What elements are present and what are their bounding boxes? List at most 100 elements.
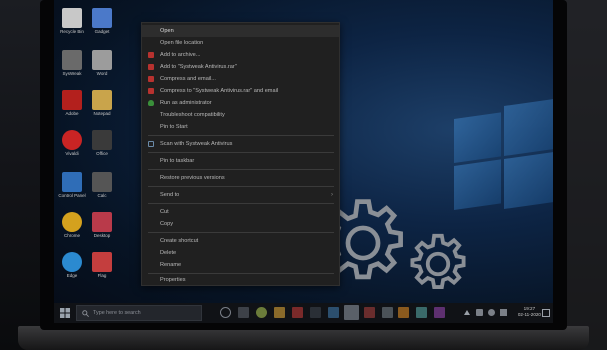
- menu-item-compress-to-rar-email[interactable]: Compress to "Systweak Antivirus.rar" and…: [142, 85, 339, 97]
- desktop-icon-label: Flag: [97, 273, 107, 278]
- desktop-icon-sysweak[interactable]: SysWeak: [57, 50, 87, 76]
- menu-item-delete[interactable]: Delete: [142, 247, 339, 259]
- menu-item-cut[interactable]: Cut: [142, 206, 339, 218]
- menu-item-open-file-location[interactable]: Open file location: [142, 37, 339, 49]
- desktop-icon-label: Chrome: [63, 233, 80, 238]
- desktop-icon-label: Calc: [97, 193, 107, 198]
- menu-item-label: Compress and email...: [160, 76, 216, 82]
- menu-item-label: Open file location: [160, 40, 204, 46]
- app-taskbar-icon[interactable]: [292, 307, 303, 318]
- photoshop-icon[interactable]: [328, 307, 339, 318]
- menu-separator: [148, 203, 334, 204]
- windows-start-icon[interactable]: [60, 308, 70, 318]
- store-icon[interactable]: [310, 307, 321, 318]
- desktop-icon-label: Edge: [66, 273, 78, 278]
- desktop-icon-edge[interactable]: Edge: [57, 252, 87, 278]
- menu-item-label: Add to "Systweak Antivirus.rar": [160, 64, 237, 70]
- settings-taskbar-icon[interactable]: [382, 307, 393, 318]
- menu-item-open[interactable]: Open: [142, 25, 339, 37]
- notepad-icon: [92, 90, 112, 110]
- desktop-icon-label: Word: [96, 71, 108, 76]
- desktop-icon-notepad[interactable]: Notepad: [87, 90, 117, 116]
- menu-item-rename[interactable]: Rename: [142, 259, 339, 271]
- menu-item-send-to[interactable]: Send to ›: [142, 189, 339, 201]
- calculator-icon: [92, 172, 112, 192]
- desktop-icon-recycle-bin[interactable]: Recycle Bin: [57, 8, 87, 34]
- menu-item-label: Rename: [160, 262, 182, 268]
- desktop-icon-office[interactable]: Office: [87, 130, 117, 156]
- taskbar-search-box[interactable]: Type here to search: [76, 305, 202, 321]
- background-wall: [560, 0, 607, 350]
- desktop-icon-chrome[interactable]: Chrome: [57, 212, 87, 238]
- document-icon: [92, 50, 112, 70]
- flag-icon: [92, 252, 112, 272]
- clock-date: 02-11-2020: [517, 312, 541, 317]
- app-taskbar-icon-2[interactable]: [416, 307, 427, 318]
- file-explorer-icon[interactable]: [274, 307, 285, 318]
- menu-item-run-as-admin[interactable]: Run as administrator: [142, 97, 339, 109]
- menu-item-restore-previous[interactable]: Restore previous versions: [142, 172, 339, 184]
- rar-icon: [148, 52, 154, 58]
- menu-item-add-to-archive[interactable]: Add to archive...: [142, 49, 339, 61]
- menu-item-label: Create shortcut: [160, 238, 199, 244]
- menu-item-pin-to-start[interactable]: Pin to Start: [142, 121, 339, 133]
- cortana-icon[interactable]: [220, 307, 231, 318]
- task-view-icon[interactable]: [238, 307, 249, 318]
- app-icon: [62, 50, 82, 70]
- active-app-icon[interactable]: [344, 305, 359, 320]
- volume-icon[interactable]: [488, 309, 495, 316]
- menu-separator: [148, 232, 334, 233]
- media-icon[interactable]: [364, 307, 375, 318]
- battery-icon[interactable]: [500, 309, 507, 316]
- vlc-icon[interactable]: [398, 307, 409, 318]
- rar-icon: [148, 88, 154, 94]
- desktop-icon-adobe[interactable]: Adobe: [57, 90, 87, 116]
- desktop-icon-vivaldi[interactable]: Vivaldi: [57, 130, 87, 156]
- tray-up-arrow-icon[interactable]: [464, 310, 470, 315]
- menu-item-scan-systweak[interactable]: Scan with Systweak Antivirus: [142, 138, 339, 150]
- desktop-icon-word[interactable]: Word: [87, 50, 117, 76]
- recycle-bin-icon: [62, 8, 82, 28]
- context-menu: Open Open file location Add to archive..…: [141, 22, 340, 286]
- menu-item-properties[interactable]: Properties: [142, 274, 339, 286]
- notifications-icon[interactable]: [542, 309, 550, 317]
- menu-item-label: Scan with Systweak Antivirus: [160, 141, 233, 147]
- menu-item-label: Troubleshoot compatibility: [160, 112, 225, 118]
- menu-item-pin-to-taskbar[interactable]: Pin to taskbar: [142, 155, 339, 167]
- menu-separator: [148, 186, 334, 187]
- menu-item-label: Restore previous versions: [160, 175, 225, 181]
- menu-item-label: Run as administrator: [160, 100, 212, 106]
- menu-item-troubleshoot[interactable]: Troubleshoot compatibility: [142, 109, 339, 121]
- desktop-icon-label: Control Panel: [58, 193, 86, 198]
- desktop-icon-label: Office: [96, 151, 108, 156]
- desktop-icon-label: Vivaldi: [65, 151, 79, 156]
- taskbar-clock[interactable]: 19:27 02-11-2020: [518, 306, 541, 318]
- chrome-taskbar-icon[interactable]: [256, 307, 267, 318]
- chrome-icon: [62, 212, 82, 232]
- menu-item-label: Properties: [160, 277, 186, 283]
- desktop-icon-control-panel[interactable]: Control Panel: [57, 172, 87, 198]
- desktop-icon-flag[interactable]: Flag: [87, 252, 117, 278]
- small-gear-icon: [410, 233, 466, 289]
- app-taskbar-icon-3[interactable]: [434, 307, 445, 318]
- submenu-arrow-icon: ›: [331, 192, 333, 198]
- desktop-icon-gadget[interactable]: Gadget: [87, 8, 117, 34]
- menu-item-label: Open: [160, 28, 174, 34]
- windows-logo-wallpaper: [454, 98, 553, 211]
- menu-item-copy[interactable]: Copy: [142, 218, 339, 230]
- gadget-icon: [92, 8, 112, 28]
- network-icon[interactable]: [476, 309, 483, 316]
- menu-item-compress-email[interactable]: Compress and email...: [142, 73, 339, 85]
- desktop-icon-calc[interactable]: Calc: [87, 172, 117, 198]
- menu-item-label: Copy: [160, 221, 174, 227]
- menu-item-label: Delete: [160, 250, 177, 256]
- desktop-icon-label: SysWeak: [62, 71, 82, 76]
- menu-item-label: Send to: [160, 192, 180, 198]
- menu-item-create-shortcut[interactable]: Create shortcut: [142, 235, 339, 247]
- rar-icon: [148, 76, 154, 82]
- control-panel-icon: [62, 172, 82, 192]
- scan-icon: [148, 141, 154, 147]
- menu-item-add-to-rar[interactable]: Add to "Systweak Antivirus.rar": [142, 61, 339, 73]
- menu-item-label: Pin to Start: [160, 124, 188, 130]
- desktop-icon-desktop[interactable]: Desktop: [87, 212, 117, 238]
